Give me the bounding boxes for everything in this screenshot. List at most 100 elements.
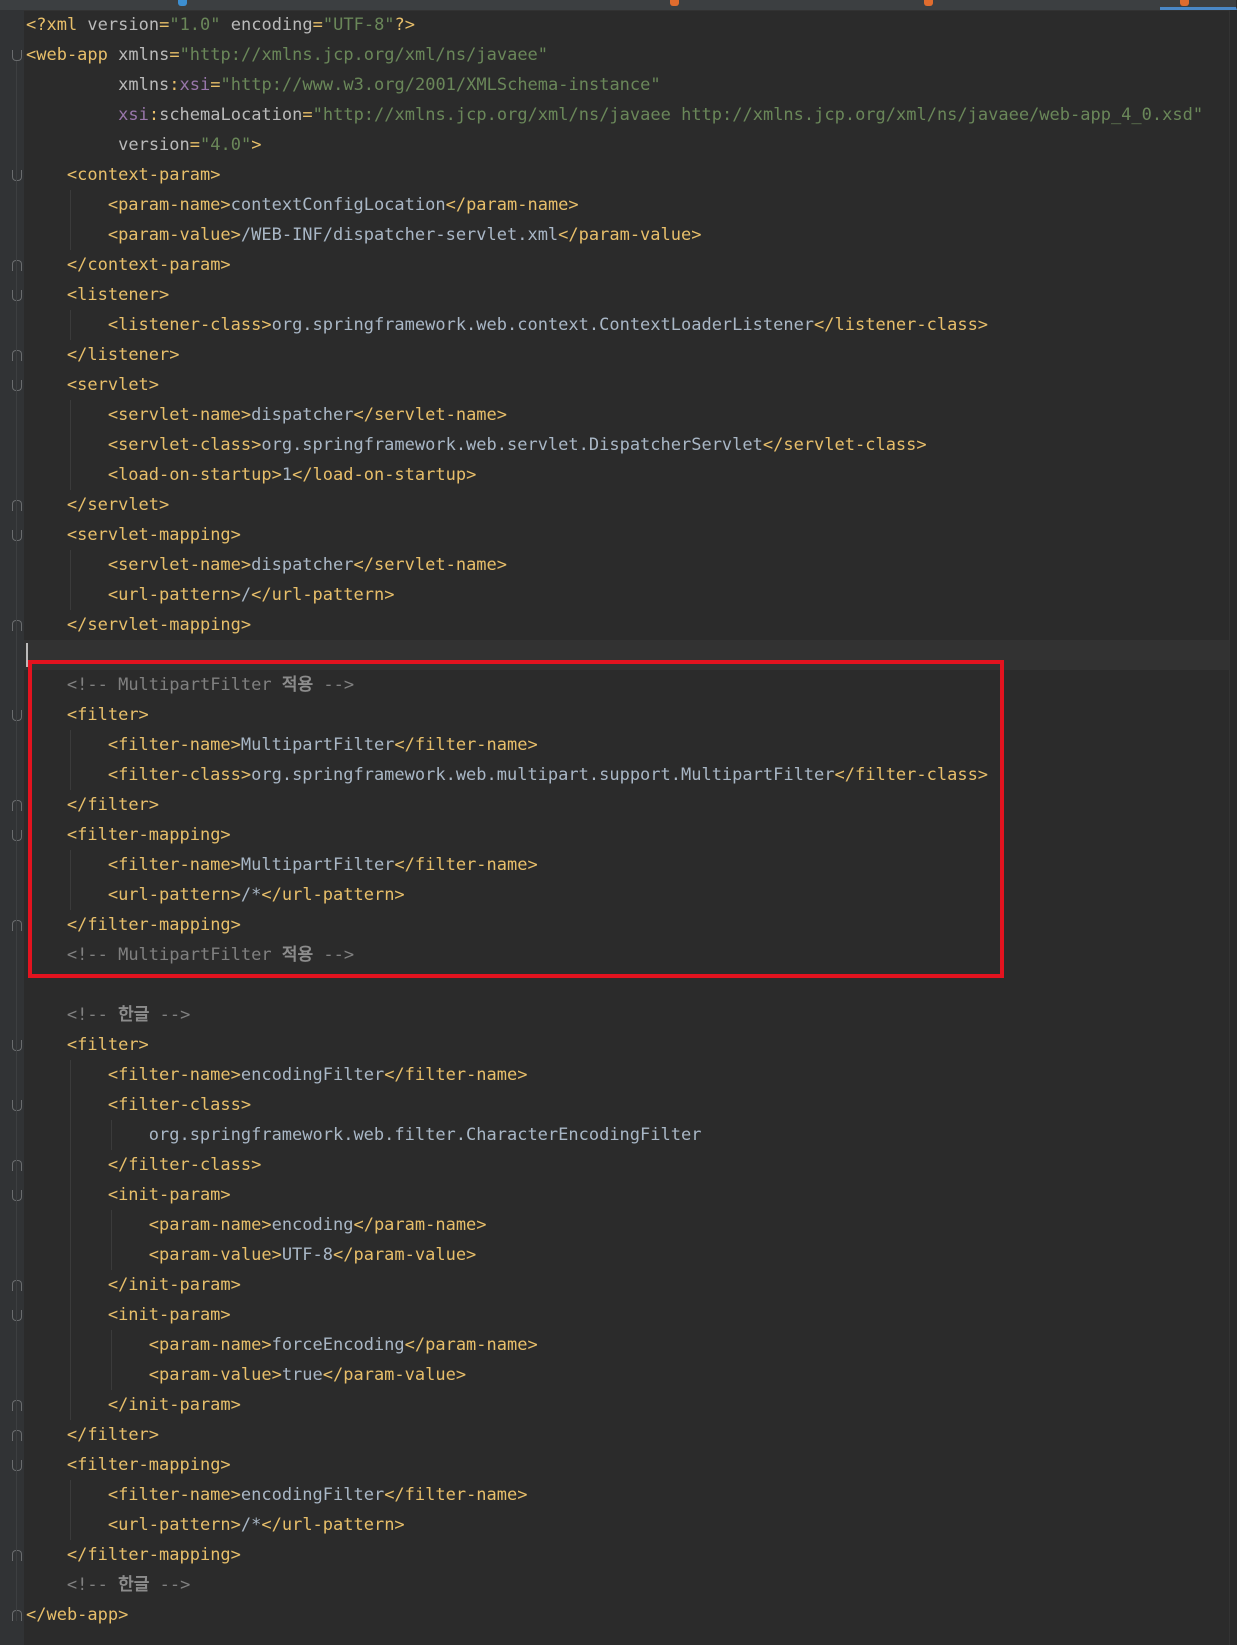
fold-marker-icon[interactable]	[12, 1100, 22, 1111]
editor-tab[interactable]	[0, 0, 161, 10]
code-token: </filter-mapping>	[66, 1545, 241, 1565]
fold-marker-icon[interactable]	[12, 710, 22, 721]
code-line[interactable]: <url-pattern>/*</url-pattern>	[108, 1510, 405, 1540]
code-token: "UTF-8"	[322, 15, 395, 35]
fold-marker-icon[interactable]	[12, 1460, 22, 1471]
code-line[interactable]: <filter-class>	[108, 1090, 251, 1120]
code-token: </web-app>	[26, 1605, 129, 1625]
code-token: </init-param>	[107, 1275, 241, 1295]
editor-tab-active[interactable]	[1160, 0, 1237, 10]
editor-tab[interactable]	[490, 0, 661, 10]
code-token: <!--	[66, 1575, 119, 1595]
indent-guide	[69, 1510, 71, 1540]
vertical-scrollbar[interactable]	[1229, 10, 1237, 1645]
code-token: </url-pattern>	[261, 1515, 405, 1535]
code-line[interactable]: xmlns:xsi="http://www.w3.org/2001/XMLSch…	[26, 70, 661, 100]
fold-marker-icon[interactable]	[12, 1190, 22, 1201]
indent-guide	[69, 1210, 71, 1240]
indent-guide	[69, 1120, 71, 1150]
code-line[interactable]: <servlet-name>dispatcher</servlet-name>	[108, 400, 507, 430]
code-token: "http://xmlns.jcp.org/xml/ns/javaee http…	[312, 105, 1204, 125]
code-line[interactable]: <param-name>encoding</param-name>	[149, 1210, 487, 1240]
code-line[interactable]: <init-param>	[108, 1300, 231, 1330]
code-line[interactable]: <!-- 한글 -->	[67, 1000, 190, 1030]
code-token: <web-app	[26, 45, 119, 65]
indent-guide	[110, 1120, 112, 1150]
editor-tab[interactable]	[900, 0, 1161, 10]
fold-marker-icon[interactable]	[12, 500, 22, 511]
indent-guide	[69, 1090, 71, 1120]
indent-guide	[69, 1240, 71, 1270]
code-line[interactable]: </init-param>	[108, 1270, 241, 1300]
fold-marker-icon[interactable]	[12, 1280, 22, 1291]
code-token: dispatcher	[251, 405, 354, 425]
code-line[interactable]: <?xml version="1.0" encoding="UTF-8"?>	[26, 10, 415, 40]
code-token: contextConfigLocation	[230, 195, 446, 215]
fold-marker-icon[interactable]	[12, 620, 22, 631]
code-line[interactable]: </filter-class>	[108, 1150, 262, 1180]
fold-marker-icon[interactable]	[12, 290, 22, 301]
editor-tab[interactable]	[160, 0, 491, 10]
code-line[interactable]: xsi:schemaLocation="http://xmlns.jcp.org…	[26, 100, 1203, 130]
code-token: <?xml	[26, 15, 88, 35]
fold-marker-icon[interactable]	[12, 1040, 22, 1051]
fold-marker-icon[interactable]	[12, 1310, 22, 1321]
code-line[interactable]: <url-pattern>/</url-pattern>	[108, 580, 395, 610]
indent-guide	[69, 580, 71, 610]
indent-guide	[69, 460, 71, 490]
code-line[interactable]: </filter-mapping>	[67, 1540, 241, 1570]
code-line[interactable]: </servlet-mapping>	[67, 610, 251, 640]
fold-marker-icon[interactable]	[12, 380, 22, 391]
code-line[interactable]: <param-value>/WEB-INF/dispatcher-servlet…	[108, 220, 702, 250]
code-line[interactable]: <servlet-name>dispatcher</servlet-name>	[108, 550, 507, 580]
code-token: <listener-class>	[107, 315, 272, 335]
code-line[interactable]: </filter>	[67, 1420, 159, 1450]
code-line[interactable]: <filter-mapping>	[67, 1450, 231, 1480]
fold-marker-icon[interactable]	[12, 1400, 22, 1411]
code-line[interactable]: <param-value>UTF-8</param-value>	[149, 1240, 477, 1270]
code-line[interactable]: <init-param>	[108, 1180, 231, 1210]
fold-marker-icon[interactable]	[12, 830, 22, 841]
code-line[interactable]: <load-on-startup>1</load-on-startup>	[108, 460, 476, 490]
fold-marker-icon[interactable]	[12, 1550, 22, 1561]
code-line[interactable]: <servlet-class>org.springframework.web.s…	[108, 430, 927, 460]
fold-marker-icon[interactable]	[12, 50, 22, 61]
fold-marker-icon[interactable]	[12, 260, 22, 271]
code-editor[interactable]: <?xml version="1.0" encoding="UTF-8"?> <w…	[0, 0, 1237, 1645]
code-line[interactable]: <servlet>	[67, 370, 159, 400]
fold-marker-icon[interactable]	[12, 170, 22, 181]
code-line[interactable]: <web-app xmlns="http://xmlns.jcp.org/xml…	[26, 40, 548, 70]
code-line[interactable]: <filter-name>encodingFilter</filter-name…	[108, 1060, 528, 1090]
line-gutter[interactable]	[0, 10, 24, 1645]
code-token: version	[87, 15, 160, 35]
code-line[interactable]: <param-name>contextConfigLocation</param…	[108, 190, 579, 220]
code-line[interactable]: org.springframework.web.filter.Character…	[149, 1120, 702, 1150]
code-line[interactable]: <param-value>true</param-value>	[149, 1360, 466, 1390]
code-line[interactable]: version="4.0">	[26, 130, 261, 160]
code-token: schemaLocation	[159, 105, 303, 125]
fold-marker-icon[interactable]	[12, 530, 22, 541]
code-line[interactable]: <filter-name>encodingFilter</filter-name…	[108, 1480, 528, 1510]
code-line[interactable]: <listener>	[67, 280, 169, 310]
code-line[interactable]: <listener-class>org.springframework.web.…	[108, 310, 988, 340]
code-token: <param-value>	[107, 225, 241, 245]
editor-tab[interactable]	[660, 0, 901, 10]
code-line[interactable]: </web-app>	[26, 1600, 128, 1630]
code-line[interactable]: <!-- 한글 -->	[67, 1570, 190, 1600]
fold-marker-icon[interactable]	[12, 920, 22, 931]
code-line[interactable]: <servlet-mapping>	[67, 520, 241, 550]
code-line[interactable]: </listener>	[67, 340, 180, 370]
fold-marker-icon[interactable]	[12, 350, 22, 361]
code-line[interactable]: </init-param>	[108, 1390, 241, 1420]
code-line[interactable]: </servlet>	[67, 490, 169, 520]
code-token: version	[26, 135, 190, 155]
indent-guide	[110, 1360, 112, 1390]
code-line[interactable]: </context-param>	[67, 250, 231, 280]
code-line[interactable]: <context-param>	[67, 160, 221, 190]
fold-marker-icon[interactable]	[12, 1430, 22, 1441]
code-line[interactable]: <filter>	[67, 1030, 149, 1060]
fold-marker-icon[interactable]	[12, 1610, 22, 1621]
fold-marker-icon[interactable]	[12, 1160, 22, 1171]
fold-marker-icon[interactable]	[12, 800, 22, 811]
code-line[interactable]: <param-name>forceEncoding</param-name>	[149, 1330, 538, 1360]
